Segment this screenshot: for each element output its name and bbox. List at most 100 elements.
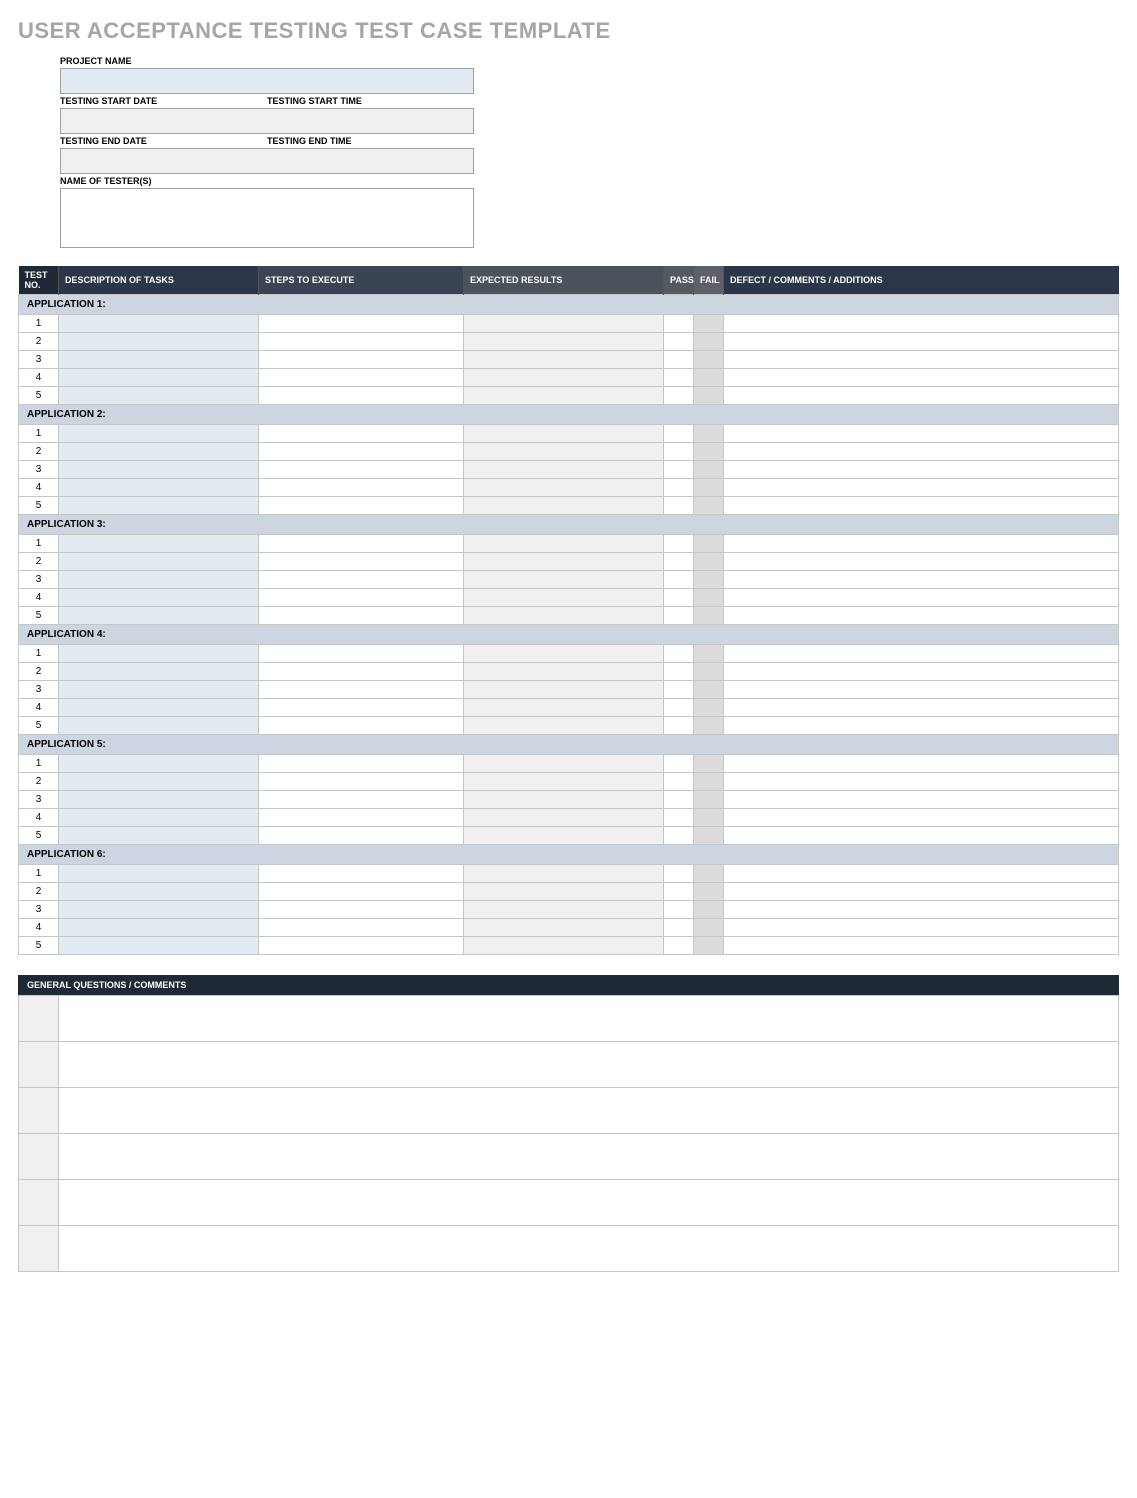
expected-cell[interactable] (464, 773, 664, 791)
desc-cell[interactable] (59, 901, 259, 919)
start-time-input[interactable] (267, 108, 474, 134)
defect-cell[interactable] (724, 571, 1119, 589)
expected-cell[interactable] (464, 791, 664, 809)
steps-cell[interactable] (259, 699, 464, 717)
steps-cell[interactable] (259, 773, 464, 791)
fail-cell[interactable] (694, 479, 724, 497)
testers-input[interactable] (60, 188, 474, 248)
pass-cell[interactable] (664, 699, 694, 717)
steps-cell[interactable] (259, 553, 464, 571)
defect-cell[interactable] (724, 589, 1119, 607)
defect-cell[interactable] (724, 901, 1119, 919)
defect-cell[interactable] (724, 497, 1119, 515)
defect-cell[interactable] (724, 717, 1119, 735)
expected-cell[interactable] (464, 351, 664, 369)
defect-cell[interactable] (724, 443, 1119, 461)
expected-cell[interactable] (464, 809, 664, 827)
desc-cell[interactable] (59, 773, 259, 791)
pass-cell[interactable] (664, 369, 694, 387)
fail-cell[interactable] (694, 717, 724, 735)
desc-cell[interactable] (59, 479, 259, 497)
defect-cell[interactable] (724, 461, 1119, 479)
gqc-num-cell[interactable] (19, 1180, 59, 1226)
pass-cell[interactable] (664, 865, 694, 883)
defect-cell[interactable] (724, 553, 1119, 571)
steps-cell[interactable] (259, 425, 464, 443)
fail-cell[interactable] (694, 553, 724, 571)
fail-cell[interactable] (694, 443, 724, 461)
pass-cell[interactable] (664, 351, 694, 369)
desc-cell[interactable] (59, 645, 259, 663)
desc-cell[interactable] (59, 937, 259, 955)
defect-cell[interactable] (724, 827, 1119, 845)
pass-cell[interactable] (664, 791, 694, 809)
pass-cell[interactable] (664, 553, 694, 571)
expected-cell[interactable] (464, 479, 664, 497)
defect-cell[interactable] (724, 535, 1119, 553)
defect-cell[interactable] (724, 773, 1119, 791)
gqc-text-cell[interactable] (59, 996, 1119, 1042)
fail-cell[interactable] (694, 351, 724, 369)
expected-cell[interactable] (464, 443, 664, 461)
gqc-text-cell[interactable] (59, 1088, 1119, 1134)
steps-cell[interactable] (259, 443, 464, 461)
defect-cell[interactable] (724, 791, 1119, 809)
defect-cell[interactable] (724, 755, 1119, 773)
fail-cell[interactable] (694, 699, 724, 717)
gqc-text-cell[interactable] (59, 1042, 1119, 1088)
defect-cell[interactable] (724, 937, 1119, 955)
steps-cell[interactable] (259, 351, 464, 369)
project-name-input[interactable] (60, 68, 474, 94)
gqc-num-cell[interactable] (19, 1088, 59, 1134)
steps-cell[interactable] (259, 809, 464, 827)
pass-cell[interactable] (664, 883, 694, 901)
expected-cell[interactable] (464, 755, 664, 773)
gqc-num-cell[interactable] (19, 996, 59, 1042)
fail-cell[interactable] (694, 681, 724, 699)
desc-cell[interactable] (59, 333, 259, 351)
gqc-num-cell[interactable] (19, 1226, 59, 1272)
steps-cell[interactable] (259, 919, 464, 937)
steps-cell[interactable] (259, 865, 464, 883)
defect-cell[interactable] (724, 607, 1119, 625)
desc-cell[interactable] (59, 699, 259, 717)
expected-cell[interactable] (464, 827, 664, 845)
fail-cell[interactable] (694, 387, 724, 405)
expected-cell[interactable] (464, 333, 664, 351)
desc-cell[interactable] (59, 791, 259, 809)
pass-cell[interactable] (664, 571, 694, 589)
defect-cell[interactable] (724, 315, 1119, 333)
fail-cell[interactable] (694, 461, 724, 479)
pass-cell[interactable] (664, 901, 694, 919)
expected-cell[interactable] (464, 553, 664, 571)
desc-cell[interactable] (59, 461, 259, 479)
desc-cell[interactable] (59, 663, 259, 681)
gqc-text-cell[interactable] (59, 1180, 1119, 1226)
gqc-text-cell[interactable] (59, 1226, 1119, 1272)
expected-cell[interactable] (464, 663, 664, 681)
steps-cell[interactable] (259, 607, 464, 625)
steps-cell[interactable] (259, 883, 464, 901)
pass-cell[interactable] (664, 681, 694, 699)
steps-cell[interactable] (259, 461, 464, 479)
pass-cell[interactable] (664, 497, 694, 515)
defect-cell[interactable] (724, 919, 1119, 937)
fail-cell[interactable] (694, 663, 724, 681)
fail-cell[interactable] (694, 809, 724, 827)
end-date-input[interactable] (60, 148, 267, 174)
pass-cell[interactable] (664, 589, 694, 607)
expected-cell[interactable] (464, 497, 664, 515)
pass-cell[interactable] (664, 535, 694, 553)
gqc-num-cell[interactable] (19, 1042, 59, 1088)
defect-cell[interactable] (724, 645, 1119, 663)
fail-cell[interactable] (694, 571, 724, 589)
pass-cell[interactable] (664, 663, 694, 681)
steps-cell[interactable] (259, 479, 464, 497)
defect-cell[interactable] (724, 387, 1119, 405)
steps-cell[interactable] (259, 827, 464, 845)
fail-cell[interactable] (694, 497, 724, 515)
steps-cell[interactable] (259, 535, 464, 553)
fail-cell[interactable] (694, 773, 724, 791)
start-date-input[interactable] (60, 108, 267, 134)
defect-cell[interactable] (724, 369, 1119, 387)
